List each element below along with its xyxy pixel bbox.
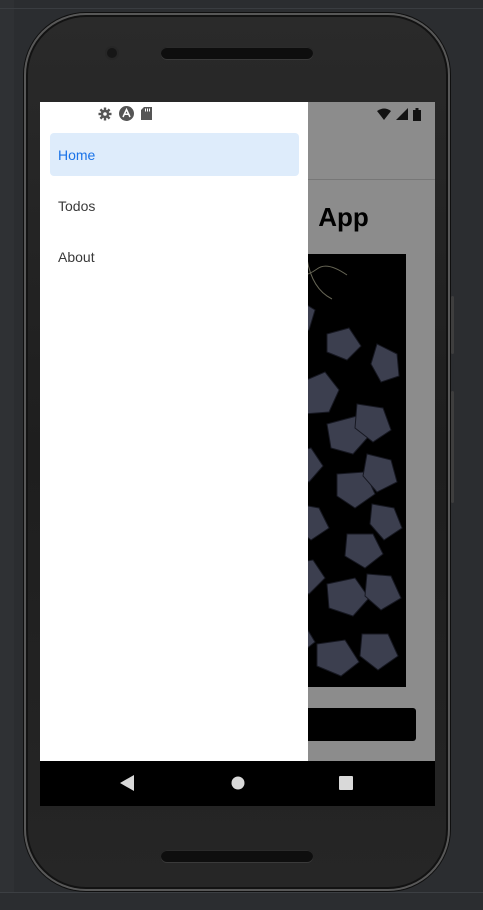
- editor-bottom-bar: [0, 892, 483, 910]
- gear-icon: [98, 107, 112, 120]
- drawer-item-home[interactable]: Home: [50, 133, 299, 176]
- drawer-item-label: Home: [58, 146, 96, 163]
- device-screen: App Home Todos About: [40, 102, 435, 806]
- bottom-speaker: [161, 850, 313, 862]
- system-navigation-bar: [40, 761, 435, 806]
- drawer-status-bar: [40, 102, 308, 126]
- drawer-item-label: About: [58, 248, 95, 265]
- navigation-drawer: Home Todos About: [40, 102, 308, 761]
- editor-top-divider: [0, 8, 483, 9]
- editor-left-panel: [0, 0, 14, 909]
- drawer-menu: Home Todos About: [50, 133, 299, 286]
- drawer-item-label: Todos: [58, 197, 96, 214]
- volume-button[interactable]: [451, 391, 454, 503]
- status-bar-left: [98, 106, 152, 121]
- a-badge-icon: [119, 106, 134, 121]
- back-icon[interactable]: [120, 775, 134, 791]
- power-button[interactable]: [451, 296, 454, 354]
- drawer-item-todos[interactable]: Todos: [50, 184, 299, 227]
- drawer-item-about[interactable]: About: [50, 235, 299, 278]
- sd-card-icon: [141, 107, 152, 120]
- recents-icon[interactable]: [339, 776, 353, 790]
- top-speaker: [161, 47, 313, 59]
- front-camera: [107, 48, 117, 58]
- home-icon[interactable]: [231, 776, 245, 790]
